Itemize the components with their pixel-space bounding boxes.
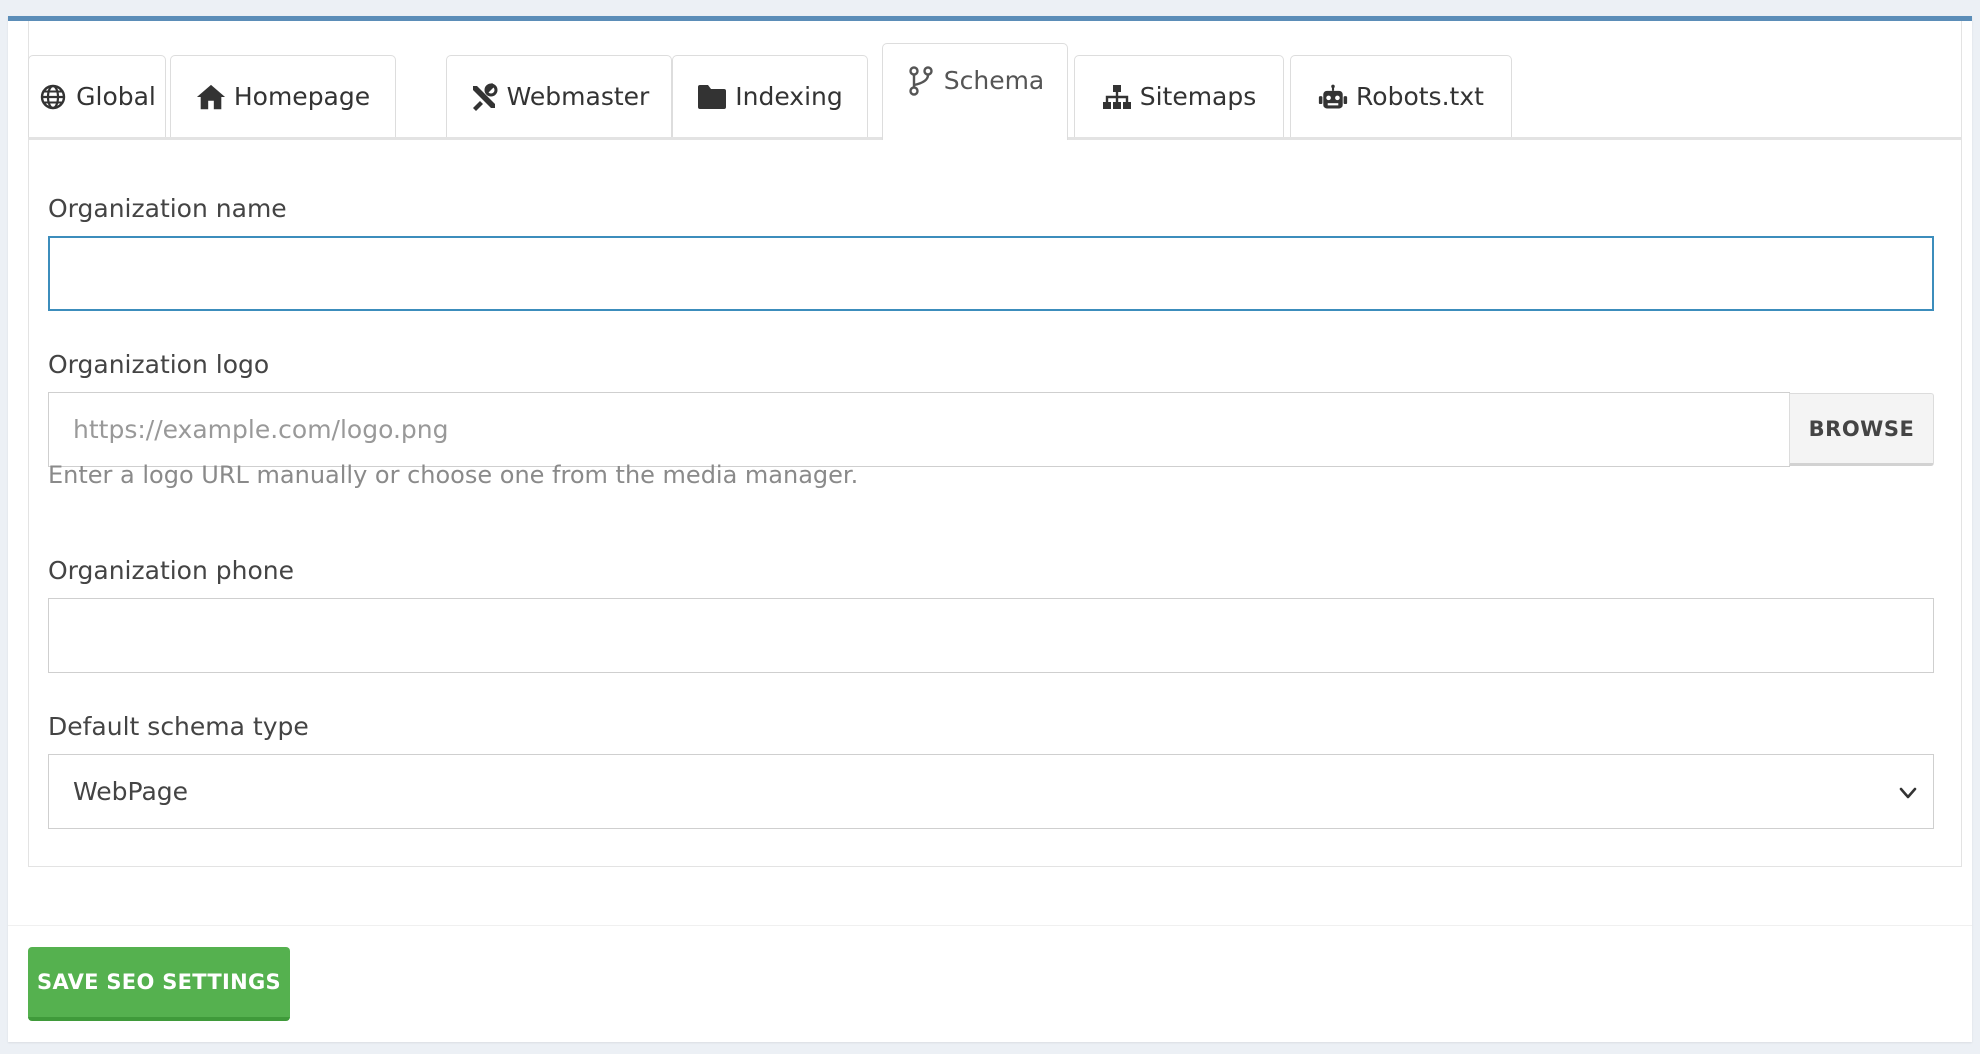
save-seo-settings-button[interactable]: SAVE SEO SETTINGS [28, 947, 290, 1021]
home-icon [196, 82, 226, 112]
tab-robots[interactable]: Robots.txt [1290, 55, 1512, 137]
schema-type-select[interactable]: WebPage [48, 754, 1934, 829]
tab-label: Schema [943, 66, 1045, 95]
chevron-down-icon [1897, 781, 1919, 803]
sitemap-icon [1102, 82, 1132, 112]
tab-bar: Global Homepage Webmaster Indexing Schem… [28, 21, 1962, 141]
org-name-label: Organization name [48, 194, 287, 223]
org-name-input[interactable] [48, 236, 1934, 311]
footer-divider [8, 925, 1972, 926]
code-branch-icon [906, 66, 936, 96]
tab-webmaster[interactable]: Webmaster [446, 55, 672, 137]
tab-label: Global [76, 82, 156, 111]
schema-type-selected-value: WebPage [73, 777, 189, 806]
tab-schema[interactable]: Schema [882, 43, 1068, 141]
globe-icon [38, 82, 68, 112]
org-logo-help-text: Enter a logo URL manually or choose one … [48, 461, 859, 489]
tab-label: Robots.txt [1356, 82, 1484, 111]
seo-settings-box: Global Homepage Webmaster Indexing Schem… [8, 16, 1972, 1042]
tab-global[interactable]: Global [28, 55, 166, 137]
tab-indexing[interactable]: Indexing [672, 55, 868, 137]
tools-icon [469, 82, 499, 112]
tab-homepage[interactable]: Homepage [170, 55, 396, 137]
tab-label: Sitemaps [1139, 82, 1257, 111]
org-phone-input[interactable] [48, 598, 1934, 673]
org-logo-label: Organization logo [48, 350, 270, 379]
tab-sitemaps[interactable]: Sitemaps [1074, 55, 1284, 137]
browse-button[interactable]: BROWSE [1789, 393, 1934, 466]
org-logo-input[interactable] [48, 392, 1790, 467]
tab-label: Indexing [735, 82, 843, 111]
robot-icon [1318, 82, 1348, 112]
tab-label: Webmaster [506, 82, 650, 111]
schema-type-label: Default schema type [48, 712, 309, 741]
tab-label: Homepage [233, 82, 371, 111]
org-phone-label: Organization phone [48, 556, 295, 585]
folder-icon [697, 82, 727, 112]
